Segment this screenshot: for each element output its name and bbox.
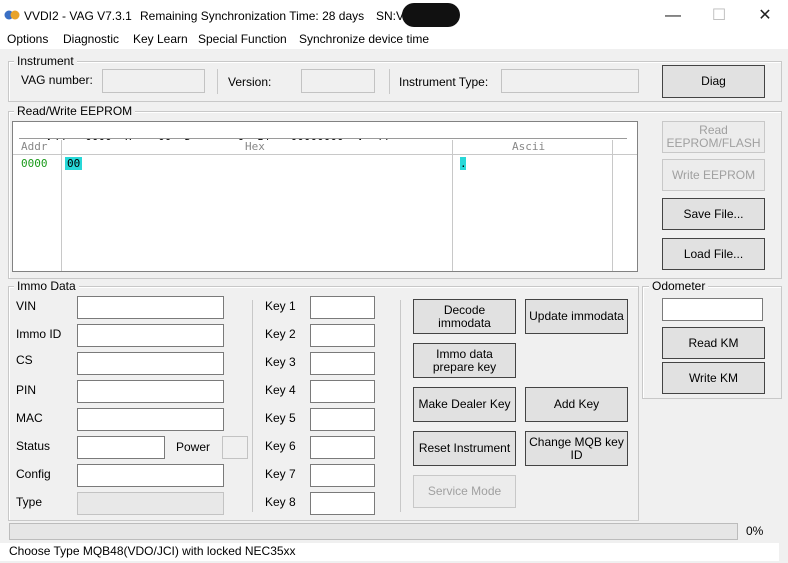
reset-instrument-button[interactable]: Reset Instrument xyxy=(413,431,516,466)
app-logo-icon xyxy=(4,10,20,20)
key-2-label: Key 2 xyxy=(265,327,296,341)
divider xyxy=(389,69,390,94)
type-field[interactable] xyxy=(77,492,224,515)
key-8-label: Key 8 xyxy=(265,495,296,509)
hex-info-bar: Addr: 0000 Hex: 00 Dec: 0 Bin: 00000000 … xyxy=(19,124,627,150)
service-mode-button[interactable]: Service Mode xyxy=(413,475,516,508)
change-mqb-key-id-button[interactable]: Change MQB key ID xyxy=(525,431,628,466)
minimize-icon[interactable]: — xyxy=(650,0,696,31)
status-text: Choose Type MQB48(VDO/JCI) with locked N… xyxy=(9,544,296,558)
vin-field[interactable] xyxy=(77,296,224,319)
write-km-button[interactable]: Write KM xyxy=(662,362,765,394)
vin-label: VIN xyxy=(16,299,37,313)
pin-label: PIN xyxy=(16,383,37,397)
serial-number: SN:V xyxy=(376,9,405,23)
instrument-group-title: Instrument xyxy=(14,54,77,68)
decode-immodata-button[interactable]: Decode immodata xyxy=(413,299,516,334)
save-file-button[interactable]: Save File... xyxy=(662,198,765,230)
hex-editor[interactable]: Addr: 0000 Hex: 00 Dec: 0 Bin: 00000000 … xyxy=(12,121,638,272)
key-2-field[interactable] xyxy=(310,324,375,347)
load-file-button[interactable]: Load File... xyxy=(662,238,765,270)
diag-button[interactable]: Diag xyxy=(662,65,765,98)
instrument-type-field[interactable] xyxy=(501,69,639,93)
menu-options[interactable]: Options xyxy=(3,32,52,46)
addr-column-header: Addr xyxy=(21,140,48,153)
row-address: 0000 xyxy=(21,157,48,170)
make-dealer-key-button[interactable]: Make Dealer Key xyxy=(413,387,516,422)
key-4-field[interactable] xyxy=(310,380,375,403)
odometer-km-field[interactable] xyxy=(662,298,763,321)
update-immodata-button[interactable]: Update immodata xyxy=(525,299,628,334)
title-bar: VVDI2 - VAG V7.3.1 Remaining Synchroniza… xyxy=(0,0,788,31)
power-label: Power xyxy=(176,440,211,454)
version-field[interactable] xyxy=(301,69,375,93)
mac-label: MAC xyxy=(16,411,43,425)
menu-special-function[interactable]: Special Function xyxy=(194,32,291,46)
status-field[interactable] xyxy=(77,436,165,459)
power-indicator xyxy=(222,436,248,459)
pin-field[interactable] xyxy=(77,380,224,403)
key-6-field[interactable] xyxy=(310,436,375,459)
ascii-column-header: Ascii xyxy=(512,140,546,153)
key-1-field[interactable] xyxy=(310,296,375,319)
read-km-button[interactable]: Read KM xyxy=(662,327,765,359)
add-key-button[interactable]: Add Key xyxy=(525,387,628,422)
eeprom-group-title: Read/Write EEPROM xyxy=(14,104,136,118)
key-8-field[interactable] xyxy=(310,492,375,515)
config-field[interactable] xyxy=(77,464,224,487)
version-label: Version: xyxy=(228,75,272,89)
immo-id-field[interactable] xyxy=(77,324,224,347)
status-bar: Choose Type MQB48(VDO/JCI) with locked N… xyxy=(0,543,779,561)
config-label: Config xyxy=(16,467,51,481)
immo-id-label: Immo ID xyxy=(16,327,62,341)
serial-redaction xyxy=(402,3,460,27)
progress-bar xyxy=(9,523,738,540)
key-1-label: Key 1 xyxy=(265,299,296,313)
vag-number-label: VAG number: xyxy=(21,73,93,87)
immo-data-group-title: Immo Data xyxy=(14,279,79,293)
key-5-field[interactable] xyxy=(310,408,375,431)
column-separator xyxy=(61,140,62,271)
hex-byte-selected[interactable]: 00 xyxy=(65,157,83,170)
write-eeprom-button[interactable]: Write EEPROM xyxy=(662,159,765,191)
mac-field[interactable] xyxy=(77,408,224,431)
odometer-group-title: Odometer xyxy=(649,279,709,293)
progress-percent: 0% xyxy=(746,524,764,538)
column-separator xyxy=(452,140,453,271)
key-3-field[interactable] xyxy=(310,352,375,375)
maximize-icon[interactable]: ☐ xyxy=(696,0,742,31)
menu-sync-device-time[interactable]: Synchronize device time xyxy=(295,32,433,46)
read-eeprom-button[interactable]: Read EEPROM/FLASH xyxy=(662,121,765,153)
divider xyxy=(217,69,218,94)
hex-column-header-label: Hex xyxy=(245,140,265,153)
sync-time-text: Remaining Synchronization Time: 28 days xyxy=(140,9,365,23)
cs-label: CS xyxy=(16,353,33,367)
hex-column-header: Addr Hex Ascii xyxy=(13,140,637,155)
type-label: Type xyxy=(16,495,43,509)
menu-bar: Options Diagnostic Key Learn Special Fun… xyxy=(0,31,788,49)
window-title: VVDI2 - VAG V7.3.1 xyxy=(24,9,132,23)
menu-diagnostic[interactable]: Diagnostic xyxy=(59,32,123,46)
divider xyxy=(252,300,253,512)
ascii-char-selected[interactable]: . xyxy=(460,157,467,170)
instrument-type-label: Instrument Type: xyxy=(399,75,489,89)
column-separator xyxy=(612,140,613,271)
status-label: Status xyxy=(16,439,51,453)
vag-number-field[interactable] xyxy=(102,69,205,93)
cs-field[interactable] xyxy=(77,352,224,375)
key-4-label: Key 4 xyxy=(265,383,296,397)
key-7-field[interactable] xyxy=(310,464,375,487)
divider xyxy=(400,300,401,512)
menu-key-learn[interactable]: Key Learn xyxy=(129,32,192,46)
key-6-label: Key 6 xyxy=(265,439,296,453)
key-3-label: Key 3 xyxy=(265,355,296,369)
immo-data-prepare-key-button[interactable]: Immo data prepare key xyxy=(413,343,516,378)
close-icon[interactable]: ✕ xyxy=(742,0,788,31)
key-5-label: Key 5 xyxy=(265,411,296,425)
key-7-label: Key 7 xyxy=(265,467,296,481)
